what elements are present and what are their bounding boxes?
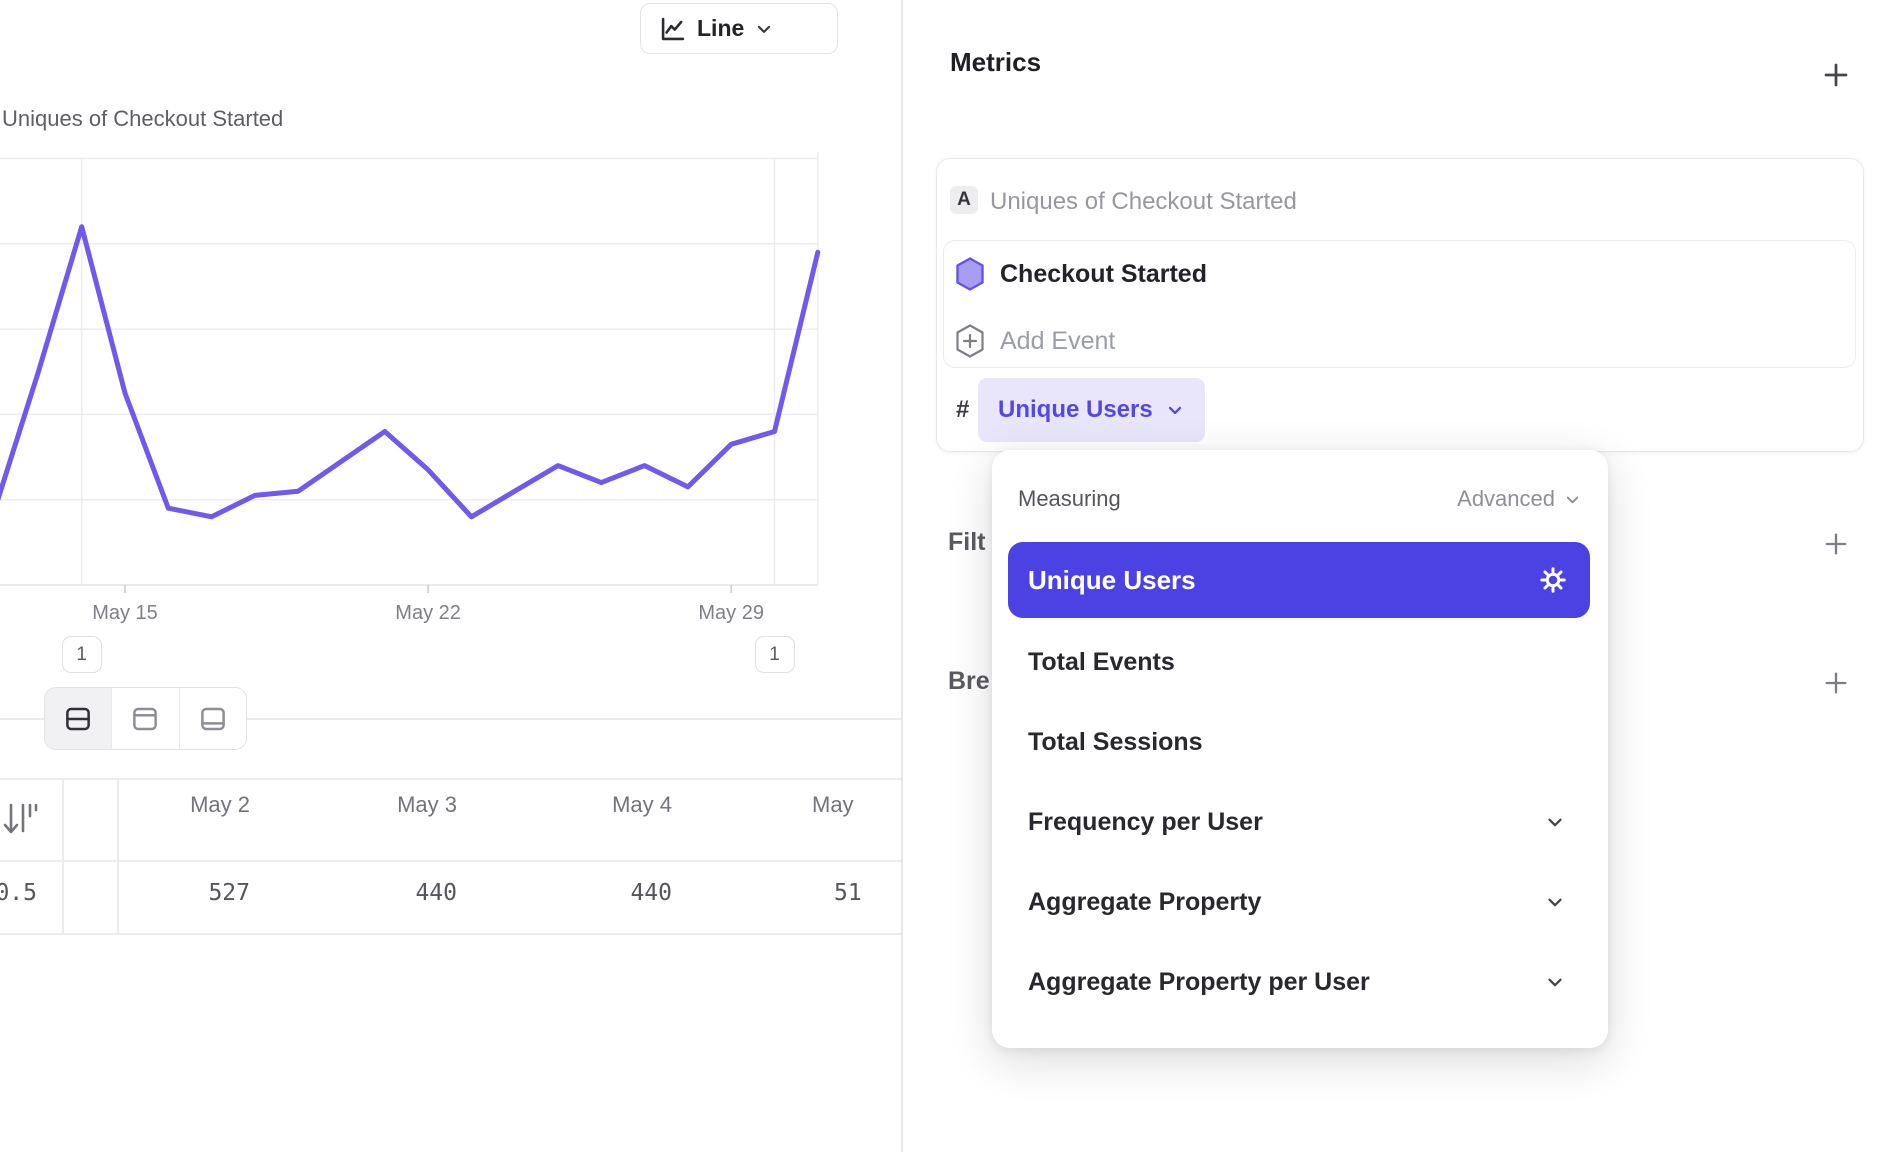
chevron-down-icon xyxy=(754,19,774,39)
chart-view-icon xyxy=(130,704,160,734)
layout-split-button[interactable] xyxy=(45,688,111,749)
line-chart[interactable]: May 15 May 22 May 29 xyxy=(0,140,900,640)
measuring-dropdown: Measuring Advanced Unique Users Total Ev… xyxy=(992,450,1608,1048)
table-cell: 527 xyxy=(50,880,250,920)
add-metric-button[interactable] xyxy=(1819,58,1853,92)
table-header-border xyxy=(0,860,901,862)
add-event-button[interactable]: Add Event xyxy=(1000,327,1115,356)
table-column-header[interactable]: May 4 xyxy=(472,792,672,832)
x-axis-label: May 29 xyxy=(698,602,764,624)
add-breakdown-button[interactable] xyxy=(1819,666,1853,700)
table-sort-icon[interactable] xyxy=(2,801,38,843)
table-row-label: 0.5 xyxy=(0,880,37,920)
table-top-border xyxy=(0,778,901,780)
chart-type-label: Line xyxy=(697,15,744,42)
section-label-filters: Filt xyxy=(948,528,986,557)
add-filter-button[interactable] xyxy=(1819,527,1853,561)
panel-divider xyxy=(901,0,903,1152)
event-name[interactable]: Checkout Started xyxy=(1000,260,1207,289)
metrics-panel-title: Metrics xyxy=(950,47,1041,78)
measure-chip[interactable]: Unique Users xyxy=(978,378,1205,442)
x-axis-label: May 15 xyxy=(92,602,158,624)
split-view-icon xyxy=(63,704,93,734)
dropdown-item-label: Total Events xyxy=(1028,648,1175,677)
dropdown-item[interactable]: Total Sessions xyxy=(1008,704,1590,780)
dropdown-item-label: Frequency per User xyxy=(1028,808,1263,837)
measure-chip-label: Unique Users xyxy=(998,396,1153,424)
series-line[interactable] xyxy=(0,227,818,517)
chevron-down-icon xyxy=(1544,891,1566,913)
section-label-breakdowns: Bre xyxy=(948,667,990,696)
chevron-down-icon xyxy=(1165,400,1185,420)
advanced-mode-selector[interactable]: Advanced xyxy=(1457,486,1582,512)
dropdown-header-label: Measuring xyxy=(1018,486,1121,512)
dropdown-item-label: Aggregate Property per User xyxy=(1028,968,1370,997)
dropdown-item-label: Unique Users xyxy=(1028,565,1196,596)
dropdown-item[interactable]: Total Events xyxy=(1008,624,1590,700)
dropdown-item[interactable]: Aggregate Property xyxy=(1008,864,1590,940)
gear-icon[interactable] xyxy=(1538,565,1568,595)
annotation-marker[interactable]: 1 xyxy=(62,636,102,673)
dropdown-item[interactable]: Frequency per User xyxy=(1008,784,1590,860)
metric-title[interactable]: Uniques of Checkout Started xyxy=(990,188,1297,216)
chevron-down-icon xyxy=(1544,971,1566,993)
x-axis-label: May 22 xyxy=(395,602,461,624)
measure-hash-label: # xyxy=(956,396,969,424)
dropdown-item[interactable]: Aggregate Property per User xyxy=(1008,944,1590,1020)
layout-table-button[interactable] xyxy=(179,688,246,749)
chevron-down-icon xyxy=(1563,490,1582,509)
dropdown-item-selected[interactable]: Unique Users xyxy=(1008,542,1590,618)
dropdown-item-label: Total Sessions xyxy=(1028,728,1203,757)
chevron-down-icon xyxy=(1544,811,1566,833)
table-cell: 440 xyxy=(257,880,457,920)
hexagon-event-icon xyxy=(956,257,984,291)
metric-letter-badge: A xyxy=(950,186,978,214)
table-cell: 440 xyxy=(472,880,672,920)
layout-toggle-group xyxy=(44,687,247,750)
annotation-marker[interactable]: 1 xyxy=(755,636,795,673)
table-view-icon xyxy=(198,704,228,734)
table-column-header[interactable]: May xyxy=(812,792,854,832)
chart-title: Uniques of Checkout Started xyxy=(2,106,283,132)
add-event-icon xyxy=(956,324,984,358)
dropdown-item-label: Aggregate Property xyxy=(1028,888,1261,917)
table-cell: 51 xyxy=(834,880,862,920)
chart-type-button[interactable]: Line xyxy=(640,3,838,54)
table-column-header[interactable]: May 3 xyxy=(257,792,457,832)
table-column-header[interactable]: May 2 xyxy=(50,792,250,832)
insights-editor: Line Uniques of Checkout Started May 15M… xyxy=(0,0,1898,1152)
table-bottom-border xyxy=(0,933,901,935)
layout-chart-button[interactable] xyxy=(111,688,178,749)
advanced-mode-label: Advanced xyxy=(1457,486,1555,512)
line-chart-icon xyxy=(659,15,687,43)
